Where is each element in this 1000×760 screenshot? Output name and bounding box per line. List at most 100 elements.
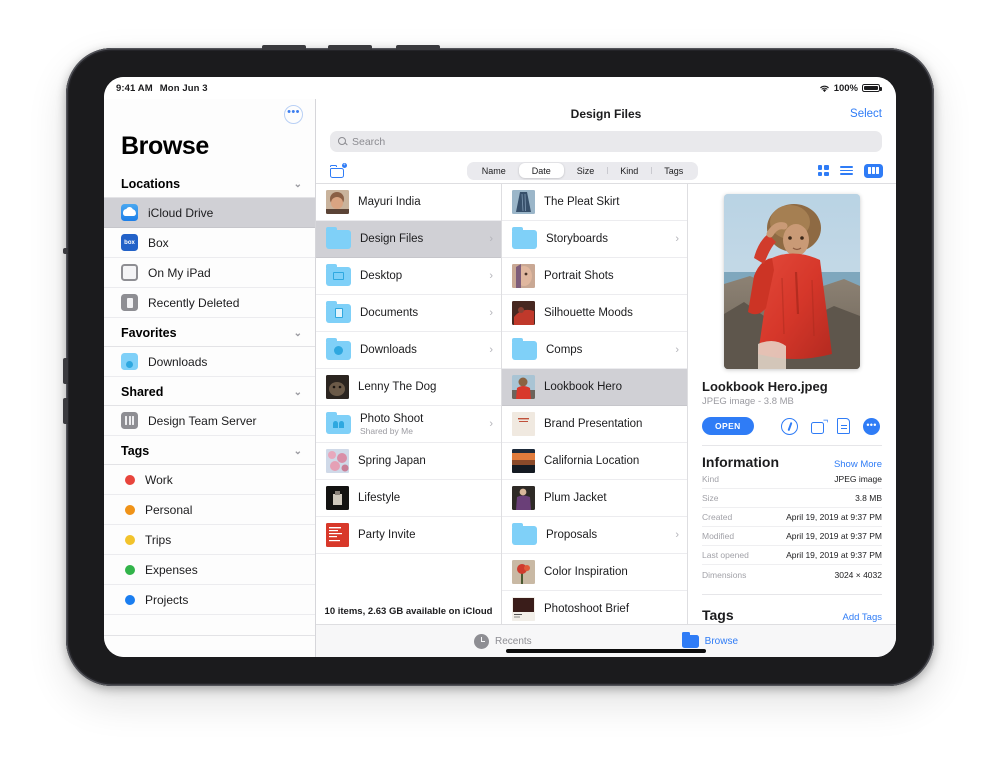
file-row-desktop[interactable]: Desktop › bbox=[316, 258, 501, 295]
file-row-design-files[interactable]: Design Files › bbox=[316, 221, 501, 258]
sidebar-item-label: Downloads bbox=[148, 354, 208, 369]
file-row-spring-japan[interactable]: Spring Japan bbox=[316, 443, 501, 480]
sidebar-item-on-my-ipad[interactable]: On My iPad bbox=[104, 258, 315, 288]
select-button[interactable]: Select bbox=[850, 108, 882, 120]
file-name: Party Invite bbox=[358, 529, 416, 541]
file-row-photoshoot-brief[interactable]: Photoshoot Brief bbox=[502, 591, 687, 624]
sidebar-item-box[interactable]: box Box bbox=[104, 228, 315, 258]
file-name: Spring Japan bbox=[358, 455, 426, 467]
tag-dot-icon bbox=[125, 534, 135, 545]
file-row-proposals[interactable]: Proposals › bbox=[502, 517, 687, 554]
file-row-portrait-shots[interactable]: Portrait Shots bbox=[502, 258, 687, 295]
sidebar-section-favorites[interactable]: Favorites ⌄ bbox=[104, 318, 315, 347]
list-view-icon[interactable] bbox=[839, 165, 853, 176]
document-icon[interactable] bbox=[837, 418, 850, 434]
screenshot-stage: 9:41 AM Mon Jun 3 100% ••• Browse Locati… bbox=[0, 0, 1000, 760]
home-indicator[interactable] bbox=[506, 649, 706, 653]
sidebar-tag-personal[interactable]: Personal bbox=[104, 495, 315, 525]
section-label: Favorites bbox=[121, 326, 177, 340]
file-row-brand-presentation[interactable]: Brand Presentation bbox=[502, 406, 687, 443]
info-key: Kind bbox=[702, 474, 720, 484]
sidebar-section-locations[interactable]: Locations ⌄ bbox=[104, 169, 315, 198]
file-name: The Pleat Skirt bbox=[544, 196, 620, 208]
add-tags-link[interactable]: Add Tags bbox=[843, 612, 882, 623]
tab-browse[interactable]: Browse bbox=[681, 632, 738, 648]
search-input[interactable]: Search bbox=[330, 131, 882, 152]
sidebar-section-tags[interactable]: Tags ⌄ bbox=[104, 436, 315, 465]
status-bar: 9:41 AM Mon Jun 3 100% bbox=[104, 77, 896, 99]
thumbnail-lookbook-hero bbox=[512, 375, 535, 399]
sidebar-item-label: Work bbox=[145, 472, 173, 487]
sidebar-tag-work[interactable]: Work bbox=[104, 465, 315, 495]
file-row-comps[interactable]: Comps › bbox=[502, 332, 687, 369]
sidebar-item-downloads[interactable]: Downloads bbox=[104, 347, 315, 377]
markup-icon[interactable] bbox=[781, 417, 798, 435]
sidebar-item-recently-deleted[interactable]: Recently Deleted bbox=[104, 288, 315, 318]
chevron-right-icon: › bbox=[489, 344, 493, 356]
device-top-button-2 bbox=[328, 45, 372, 50]
sidebar-item-label: Expenses bbox=[145, 562, 198, 577]
file-row-mayuri-india[interactable]: Mayuri India bbox=[316, 184, 501, 221]
file-name: Photoshoot Brief bbox=[544, 603, 630, 615]
file-name: Desktop bbox=[360, 270, 403, 282]
file-row-documents[interactable]: Documents › bbox=[316, 295, 501, 332]
sidebar-item-design-team-server[interactable]: Design Team Server bbox=[104, 406, 315, 436]
tag-dot-icon bbox=[125, 594, 135, 605]
new-folder-icon[interactable]: + bbox=[330, 162, 347, 178]
file-name: Plum Jacket bbox=[544, 492, 607, 504]
sidebar-item-icloud-drive[interactable]: iCloud Drive bbox=[104, 198, 315, 228]
thumbnail-portrait-blur bbox=[512, 264, 535, 288]
file-row-california-location[interactable]: California Location bbox=[502, 443, 687, 480]
thumbnail-pleat-skirt bbox=[512, 190, 535, 214]
file-row-party-invite[interactable]: Party Invite bbox=[316, 517, 501, 554]
file-name: Comps bbox=[546, 344, 583, 356]
icloud-icon bbox=[121, 204, 138, 221]
sidebar-section-shared[interactable]: Shared ⌄ bbox=[104, 377, 315, 406]
file-preview-image[interactable] bbox=[724, 194, 860, 369]
column-view-icon[interactable] bbox=[863, 163, 883, 178]
file-row-silhouette-moods[interactable]: Silhouette Moods bbox=[502, 295, 687, 332]
sidebar-sections: Locations ⌄ iCloud Drive box Box On My i… bbox=[104, 169, 315, 635]
info-value: 3.8 MB bbox=[855, 493, 882, 503]
sidebar-tag-projects[interactable]: Projects bbox=[104, 585, 315, 615]
sidebar-more-button[interactable]: ••• bbox=[284, 104, 303, 124]
column-one-footer: 10 items, 2.63 GB available on iCloud bbox=[316, 598, 501, 624]
sort-option-date[interactable]: Date bbox=[518, 163, 564, 178]
thumbnail-blossom-pink bbox=[326, 449, 349, 473]
tags-title: Tags bbox=[702, 607, 734, 623]
sidebar-tag-trips[interactable]: Trips bbox=[104, 525, 315, 555]
file-row-photo-shoot[interactable]: Photo Shoot Shared by Me › bbox=[316, 406, 501, 443]
info-row-size: Size 3.8 MB bbox=[702, 489, 882, 508]
device-side-dot bbox=[63, 248, 68, 254]
sort-segmented-control[interactable]: Name Date Size Kind Tags bbox=[467, 161, 698, 180]
grid-view-icon[interactable] bbox=[817, 165, 829, 176]
detail-panel: Lookbook Hero.jpeg JPEG image - 3.8 MB O… bbox=[688, 184, 896, 624]
file-row-storyboards[interactable]: Storyboards › bbox=[502, 221, 687, 258]
more-icon[interactable]: ••• bbox=[863, 417, 880, 435]
file-row-lenny-the-dog[interactable]: Lenny The Dog bbox=[316, 369, 501, 406]
thumbnail-brief-dark bbox=[512, 597, 535, 621]
chevron-down-icon: ⌄ bbox=[293, 386, 302, 398]
tab-recents[interactable]: Recents bbox=[473, 633, 532, 649]
file-row-downloads[interactable]: Downloads › bbox=[316, 332, 501, 369]
file-row-lifestyle[interactable]: Lifestyle bbox=[316, 480, 501, 517]
sort-option-name[interactable]: Name bbox=[469, 163, 519, 178]
wifi-icon bbox=[819, 85, 829, 92]
open-button[interactable]: OPEN bbox=[702, 417, 754, 435]
search-wrapper: Search bbox=[316, 129, 896, 158]
file-row-plum-jacket[interactable]: Plum Jacket bbox=[502, 480, 687, 517]
file-name: Mayuri India bbox=[358, 196, 421, 208]
info-row-created: Created April 19, 2019 at 9:37 PM bbox=[702, 508, 882, 527]
sort-option-kind[interactable]: Kind bbox=[607, 163, 651, 178]
show-more-link[interactable]: Show More bbox=[834, 459, 882, 470]
sort-option-size[interactable]: Size bbox=[564, 163, 608, 178]
file-row-the-pleat-skirt[interactable]: The Pleat Skirt bbox=[502, 184, 687, 221]
sort-option-tags[interactable]: Tags bbox=[651, 163, 696, 178]
file-row-color-inspiration[interactable]: Color Inspiration bbox=[502, 554, 687, 591]
sidebar-tag-expenses[interactable]: Expenses bbox=[104, 555, 315, 585]
file-name: Silhouette Moods bbox=[544, 307, 633, 319]
file-row-lookbook-hero[interactable]: Lookbook Hero bbox=[502, 369, 687, 406]
ipad-device: 9:41 AM Mon Jun 3 100% ••• Browse Locati… bbox=[63, 45, 934, 686]
rotate-icon[interactable] bbox=[811, 421, 824, 434]
battery-full-icon bbox=[862, 83, 882, 93]
